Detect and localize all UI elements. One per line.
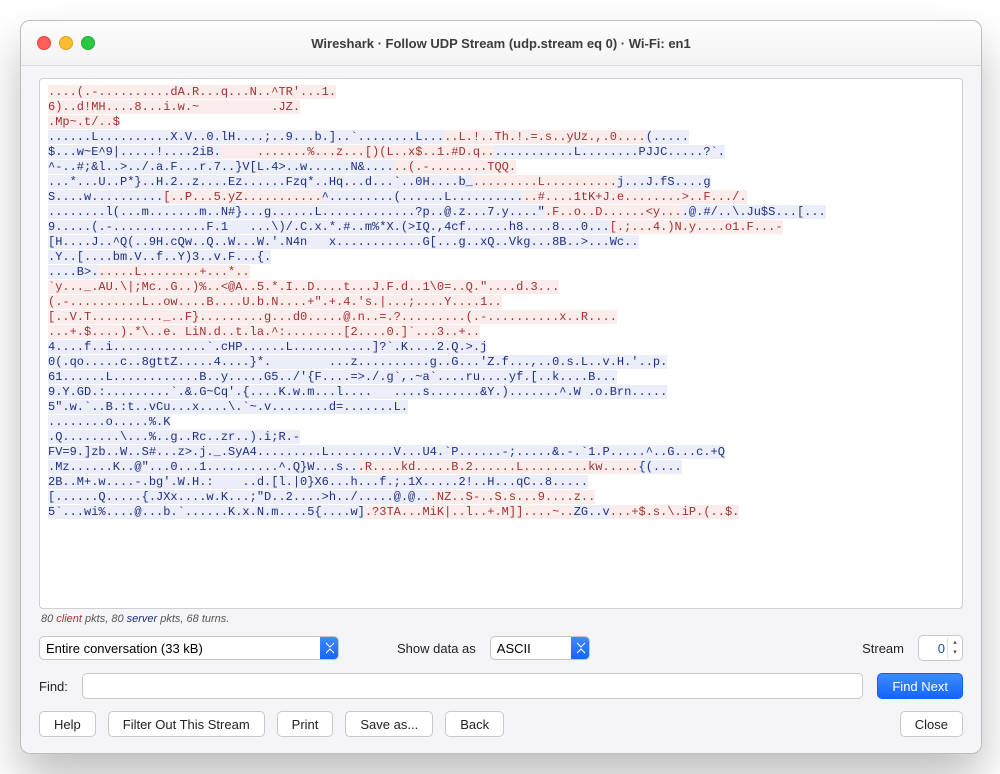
packet-stats: 80 client pkts, 80 server pkts, 68 turns… bbox=[39, 609, 963, 635]
close-button[interactable]: Close bbox=[900, 711, 963, 737]
stream-value-input[interactable] bbox=[919, 637, 947, 659]
client-segment: ..#....1tK+J.e........>..F.../. bbox=[523, 190, 746, 204]
find-input[interactable] bbox=[82, 673, 863, 699]
find-label: Find: bbox=[39, 679, 68, 694]
stream-step-up-icon[interactable]: ▴ bbox=[948, 638, 962, 648]
wireshark-follow-stream-window: Wireshark · Follow UDP Stream (udp.strea… bbox=[20, 20, 982, 754]
client-segment: [.;...4.)N.y....o1.F...- bbox=[610, 220, 783, 234]
find-row: Find: Find Next bbox=[39, 673, 963, 699]
help-button[interactable]: Help bbox=[39, 711, 96, 737]
stream-stepper-arrows: ▴ ▾ bbox=[947, 638, 962, 658]
server-segment: ......L..........X.V..0.lH....;..9...b.]… bbox=[48, 130, 444, 144]
client-segment: ..L.!..Th.!.=.s..yUz.,.0.... bbox=[444, 130, 646, 144]
titlebar: Wireshark · Follow UDP Stream (udp.strea… bbox=[21, 21, 981, 66]
stream-pane: ....(.-..........dA.R...q...N..^TR'...1.… bbox=[39, 78, 963, 609]
client-segment: .........L.......... bbox=[473, 175, 617, 189]
server-segment: ZG..v bbox=[574, 505, 610, 519]
client-segment: .NZ..S-..S.s...9....z.. bbox=[430, 490, 596, 504]
client-segment: .....L........+...*.. `y..._.AU.\|;Mc..G… bbox=[48, 265, 617, 339]
button-bar: Help Filter Out This Stream Print Save a… bbox=[39, 711, 963, 737]
conversation-select[interactable]: Entire conversation (33 kB) bbox=[39, 636, 339, 660]
stream-step-down-icon[interactable]: ▾ bbox=[948, 648, 962, 658]
show-data-as-label: Show data as bbox=[397, 641, 476, 656]
show-data-as-select-wrap: ASCII bbox=[490, 636, 590, 660]
client-segment: ...+$.s.\.iP.(..$. bbox=[610, 505, 740, 519]
server-segment: ^.........(......L.......... bbox=[322, 190, 524, 204]
client-segment: .?3TA...MiK|..l..+.M]]....~.. bbox=[365, 505, 574, 519]
client-segment: ..(.-........TQQ. bbox=[394, 160, 516, 174]
find-next-button[interactable]: Find Next bbox=[877, 673, 963, 699]
options-row: Entire conversation (33 kB) Show data as… bbox=[39, 635, 963, 661]
server-segment: 5`...wi%....@...b.`......K.x.N.m....5{..… bbox=[48, 505, 365, 519]
server-segment: 4....f..i.............`.cHP......L......… bbox=[48, 340, 725, 474]
client-segment: .R....kd.....B.2......L.........kw..... bbox=[358, 460, 639, 474]
show-data-as-select[interactable]: ASCII bbox=[490, 636, 590, 660]
client-segment: ....(.-..........dA.R...q...N..^TR'...1.… bbox=[48, 85, 336, 129]
server-segment: ...*...U..P*}..H.2..z....Ez......Fzq*..H… bbox=[48, 175, 473, 189]
client-segment: .......%...z...[)(L..x$..1.#D.q.. bbox=[221, 145, 495, 159]
stream-label: Stream bbox=[862, 641, 904, 656]
back-button[interactable]: Back bbox=[445, 711, 504, 737]
stream-stepper[interactable]: ▴ ▾ bbox=[918, 635, 963, 661]
filter-out-button[interactable]: Filter Out This Stream bbox=[108, 711, 265, 737]
client-segment: [..P...5.yZ........... bbox=[163, 190, 321, 204]
save-as-button[interactable]: Save as... bbox=[345, 711, 433, 737]
server-segment: ........l(...m.......m..N#}...g......L..… bbox=[48, 205, 545, 219]
stream-text[interactable]: ....(.-..........dA.R...q...N..^TR'...1.… bbox=[39, 78, 963, 609]
conversation-select-wrap: Entire conversation (33 kB) bbox=[39, 636, 339, 660]
window-title: Wireshark · Follow UDP Stream (udp.strea… bbox=[21, 36, 981, 51]
print-button[interactable]: Print bbox=[277, 711, 334, 737]
client-segment: .F..o..D......<y... bbox=[545, 205, 682, 219]
content-area: ....(.-..........dA.R...q...N..^TR'...1.… bbox=[21, 66, 981, 753]
